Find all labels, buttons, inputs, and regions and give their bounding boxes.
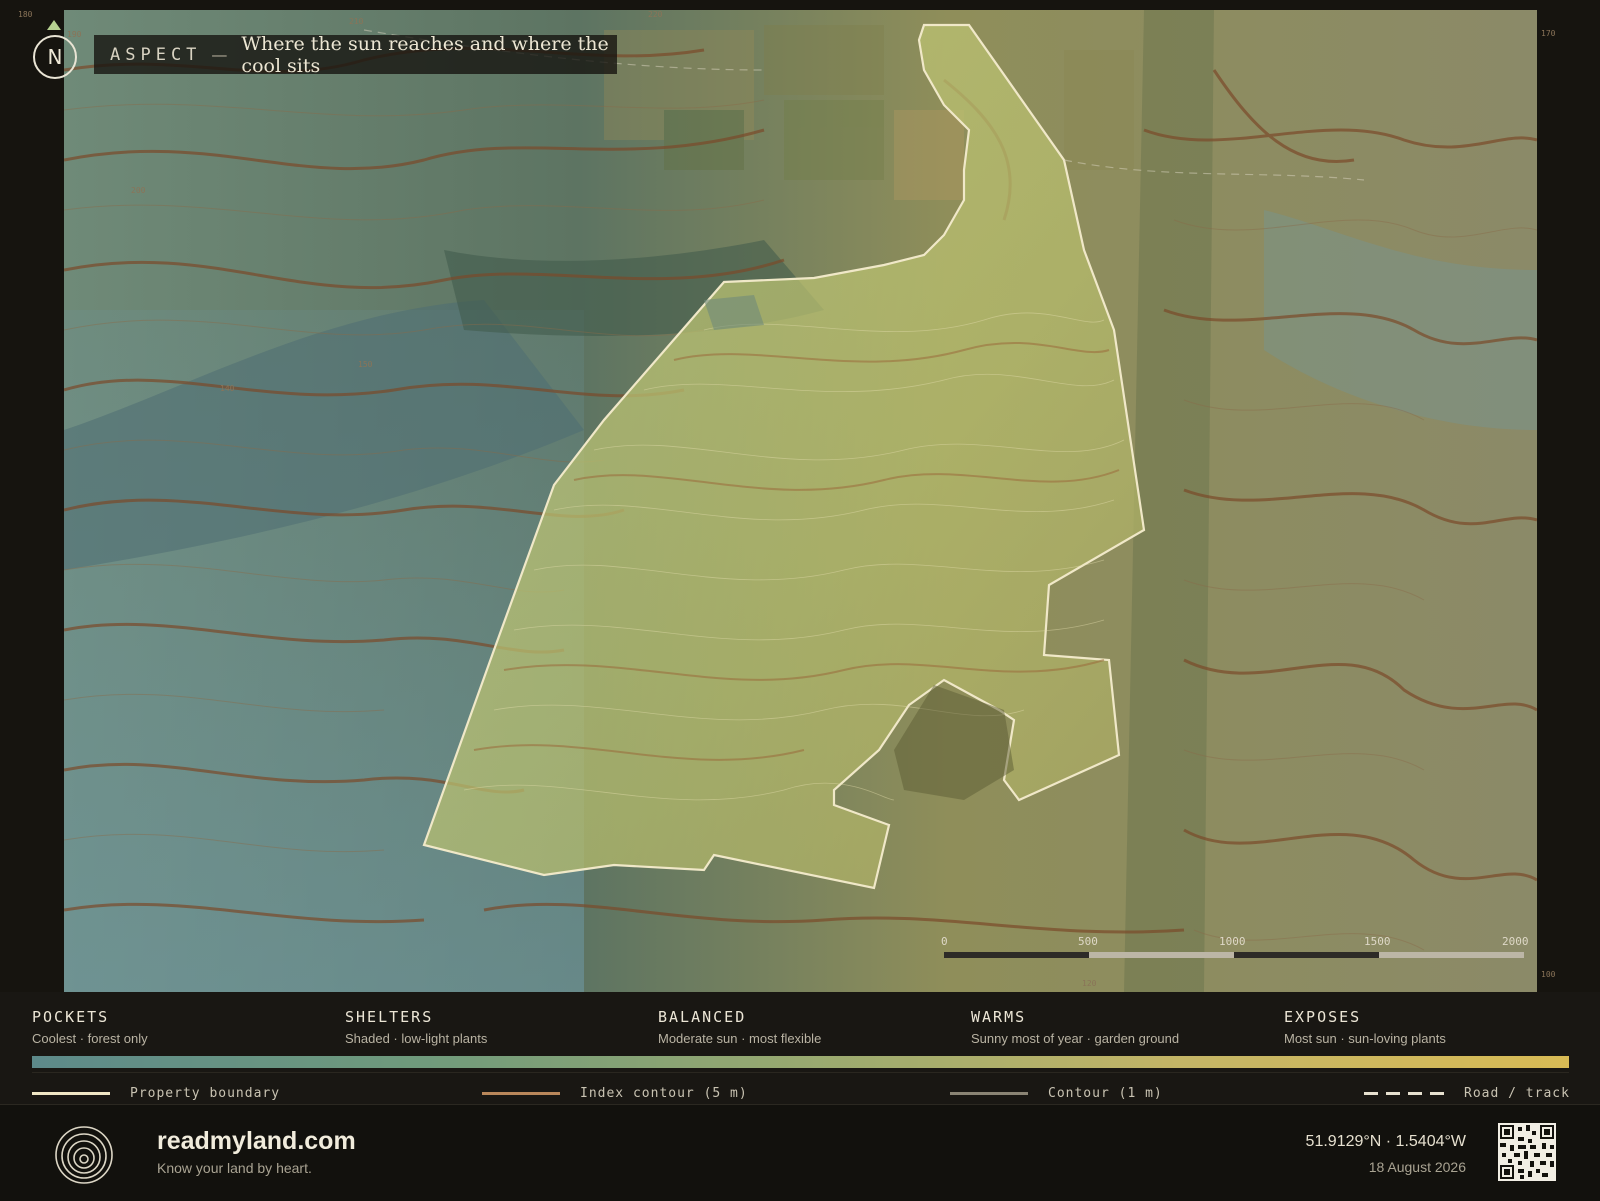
index-contour-swatch (482, 1092, 560, 1095)
key-contour: Contour (1 m) (950, 1086, 1163, 1101)
scale-bar: 0 500 1000 1500 2000 m (941, 935, 1529, 965)
north-arrow-icon (47, 20, 61, 30)
aspect-map[interactable] (64, 10, 1537, 992)
brand-tagline: Know your land by heart. (157, 1160, 312, 1176)
aspect-color-ramp (32, 1056, 1569, 1068)
key-property-boundary: Property boundary (32, 1086, 280, 1101)
aspect-class-name: SHELTERS (345, 1008, 434, 1026)
edge-label: 120 (1082, 979, 1097, 988)
scale-tick: 0 (941, 935, 948, 948)
aspect-legend: POCKETS Coolest · forest only SHELTERS S… (0, 992, 1600, 1104)
edge-label: 180 (18, 10, 33, 19)
edge-label: 150 (358, 360, 373, 369)
heading-kicker: ASPECT (110, 44, 202, 65)
map-canvas (64, 10, 1537, 992)
brand-name[interactable]: readmyland.com (157, 1127, 356, 1156)
edge-label: 190 (67, 30, 82, 39)
scale-bar-track (944, 952, 1524, 958)
heading-separator: — (211, 45, 228, 64)
scale-segment (1089, 952, 1234, 958)
key-label: Road / track (1464, 1086, 1570, 1101)
scale-tick: 1000 (1219, 935, 1246, 948)
map-heading: ASPECT — Where the sun reaches and where… (94, 32, 617, 77)
edge-label: 220 (648, 10, 663, 19)
map-date: 18 August 2026 (1368, 1159, 1466, 1175)
fingerprint-logo-icon (55, 1126, 113, 1184)
key-road-track: Road / track (1364, 1086, 1570, 1101)
scale-segment (1379, 952, 1524, 958)
aspect-class-desc: Moderate sun · most flexible (658, 1031, 822, 1046)
aspect-class-balanced: BALANCED Moderate sun · most flexible (658, 1008, 948, 1046)
north-label: N (47, 45, 63, 69)
edge-label: 100 (1541, 970, 1556, 979)
scale-segment (944, 952, 1089, 958)
edge-label: 200 (131, 186, 146, 195)
farmstead-cluster (704, 295, 764, 330)
north-indicator: N (33, 35, 77, 79)
aspect-class-name: EXPOSES (1284, 1008, 1362, 1026)
legend-divider (32, 1072, 1569, 1073)
aspect-class-name: POCKETS (32, 1008, 110, 1026)
aspect-class-desc: Sunny most of year · garden ground (971, 1031, 1180, 1046)
heading-title: Where the sun reaches and where the cool… (241, 32, 609, 77)
map-coordinates: 51.9129°N · 1.5404°W (1305, 1133, 1466, 1150)
key-index-contour: Index contour (5 m) (482, 1086, 748, 1101)
scale-tick: 500 (1078, 935, 1098, 948)
map-frame: 180 190 210 220 200 150 140 170 120 100 … (0, 0, 1600, 992)
key-label: Property boundary (130, 1086, 281, 1101)
aspect-class-desc: Coolest · forest only (32, 1031, 148, 1046)
key-label: Contour (1 m) (1048, 1086, 1163, 1101)
footer: readmyland.com Know your land by heart. … (0, 1104, 1600, 1201)
key-label: Index contour (5 m) (580, 1086, 748, 1101)
aspect-class-desc: Most sun · sun-loving plants (1284, 1031, 1446, 1046)
edge-label: 140 (220, 384, 235, 393)
scale-tick: 1500 (1364, 935, 1391, 948)
aspect-class-pockets: POCKETS Coolest · forest only (32, 1008, 322, 1046)
qr-code-icon[interactable] (1498, 1123, 1556, 1181)
road-track-swatch (1364, 1092, 1444, 1095)
aspect-class-desc: Shaded · low-light plants (345, 1031, 488, 1046)
contour-swatch (950, 1092, 1028, 1095)
aspect-class-exposes: EXPOSES Most sun · sun-loving plants (1284, 1008, 1574, 1046)
aspect-class-warms: WARMS Sunny most of year · garden ground (971, 1008, 1261, 1046)
property-boundary-swatch (32, 1092, 110, 1095)
aspect-class-shelters: SHELTERS Shaded · low-light plants (345, 1008, 635, 1046)
edge-label: 170 (1541, 29, 1556, 38)
aspect-class-name: BALANCED (658, 1008, 747, 1026)
scale-segment (1234, 952, 1379, 958)
edge-label: 210 (349, 17, 364, 26)
aspect-class-name: WARMS (971, 1008, 1027, 1026)
